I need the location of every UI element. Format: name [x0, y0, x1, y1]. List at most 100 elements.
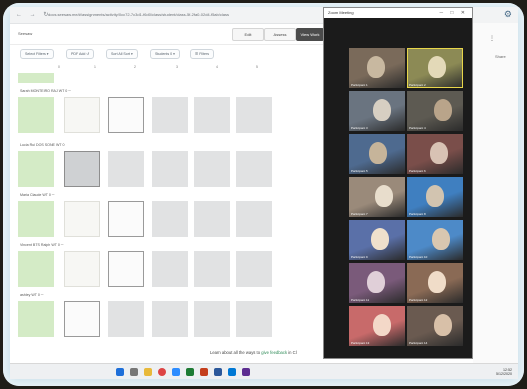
participant-name: Participant 11	[351, 298, 370, 302]
work-thumbnail[interactable]	[108, 151, 144, 187]
participant-tile[interactable]: Participant 11	[349, 263, 405, 303]
more-icon[interactable]: ⋮	[489, 35, 495, 42]
zoom-title: Zoom Meeting	[328, 10, 354, 15]
work-thumbnail[interactable]	[152, 301, 188, 337]
feedback-banner: Learn about all the ways to give feedbac…	[210, 350, 297, 355]
participant-tile[interactable]: Participant 1	[349, 48, 405, 88]
work-thumbnail[interactable]	[194, 151, 230, 187]
participant-video	[373, 314, 391, 336]
mode-assess-button[interactable]: Assess	[264, 28, 296, 41]
zoom-window: Zoom Meeting ─ □ ✕ Participant 1 Particip…	[323, 7, 473, 359]
windows-icon[interactable]	[116, 368, 124, 376]
filters-button[interactable]: ☰ Filters	[190, 49, 215, 59]
gear-icon[interactable]: ⚙	[504, 9, 512, 20]
participant-name: Participant 6	[409, 169, 426, 173]
work-thumbnail[interactable]	[236, 97, 272, 133]
work-thumbnail[interactable]	[108, 97, 144, 133]
participant-tile[interactable]: Participant 10	[407, 220, 463, 260]
search-icon[interactable]	[130, 368, 138, 376]
work-thumbnail[interactable]	[236, 301, 272, 337]
participant-tile[interactable]: Participant 7	[349, 177, 405, 217]
participant-tile[interactable]: Participant 14	[407, 306, 463, 346]
participant-video	[373, 99, 391, 121]
work-thumbnail[interactable]	[152, 201, 188, 237]
participant-video	[367, 56, 385, 78]
participant-tile[interactable]: Participant 8	[407, 177, 463, 217]
word-icon[interactable]	[214, 368, 222, 376]
student-name: Sarah MONTEIRO RAJ WT 0 ─	[20, 89, 71, 93]
participant-name: Participant 13	[351, 341, 370, 345]
edge-icon[interactable]	[228, 368, 236, 376]
address-bar[interactable]: docs.seesaw.me/#/assignments/activity/0c…	[48, 11, 278, 19]
work-thumbnail[interactable]	[108, 201, 144, 237]
work-thumbnail[interactable]	[18, 73, 54, 83]
sort-button[interactable]: Sort All Sort ▾	[106, 49, 138, 59]
work-thumbnail[interactable]	[64, 151, 100, 187]
work-thumbnail[interactable]	[194, 301, 230, 337]
participant-tile[interactable]: Participant 13	[349, 306, 405, 346]
work-thumbnail[interactable]	[18, 301, 54, 337]
desktop-screen: ← → ↻ docs.seesaw.me/#/assignments/activ…	[10, 7, 518, 379]
mode-edit-button[interactable]: Edit	[232, 28, 264, 41]
clock-date: 5/12/2020	[496, 372, 512, 376]
work-thumbnail[interactable]	[108, 301, 144, 337]
excel-icon[interactable]	[186, 368, 194, 376]
work-thumbnail[interactable]	[152, 151, 188, 187]
work-thumbnail[interactable]	[194, 201, 230, 237]
column-header: 2	[134, 65, 136, 69]
powerpoint-icon[interactable]	[200, 368, 208, 376]
work-thumbnail[interactable]	[236, 151, 272, 187]
participant-name: Participant 7	[351, 212, 368, 216]
share-button[interactable]: Share	[495, 54, 506, 59]
mode-view-work-button[interactable]: View Work	[296, 28, 324, 41]
work-thumbnail[interactable]	[18, 201, 54, 237]
select-filters-button[interactable]: Select Filters ▾	[20, 49, 54, 59]
browser-nav-icons[interactable]: ← → ↻	[16, 11, 51, 18]
participant-name: Participant 9	[351, 255, 368, 259]
work-thumbnail[interactable]	[194, 97, 230, 133]
work-thumbnail[interactable]	[64, 97, 100, 133]
pdf-add-button[interactable]: PDF Add ↺	[66, 49, 95, 59]
work-thumbnail[interactable]	[194, 251, 230, 287]
work-thumbnail[interactable]	[64, 201, 100, 237]
participant-tile[interactable]: Participant 4	[407, 91, 463, 131]
feedback-link[interactable]: give feedback	[261, 350, 287, 355]
app-title: Seesaw	[18, 31, 33, 36]
zoom-icon[interactable]	[172, 368, 180, 376]
work-thumbnail[interactable]	[236, 201, 272, 237]
participant-video	[369, 142, 387, 164]
participant-tile[interactable]: Participant 6	[407, 134, 463, 174]
photo-frame: ← → ↻ docs.seesaw.me/#/assignments/activ…	[3, 3, 524, 386]
participant-tile[interactable]: Participant 2	[407, 48, 463, 88]
column-header: 0	[58, 65, 60, 69]
column-headers: 0 1 2 3 4 5	[16, 65, 316, 73]
participant-name: Participant 3	[351, 126, 368, 130]
work-thumbnail[interactable]	[18, 151, 54, 187]
work-thumbnail[interactable]	[64, 251, 100, 287]
window-controls[interactable]: ─ □ ✕	[439, 8, 468, 18]
folder-icon[interactable]	[144, 368, 152, 376]
work-thumbnail[interactable]	[236, 251, 272, 287]
work-thumbnail[interactable]	[18, 251, 54, 287]
participant-name: Participant 8	[409, 212, 426, 216]
student-name: Maria Claude WT 0 ─	[20, 193, 55, 197]
work-thumbnail[interactable]	[108, 251, 144, 287]
participant-video	[375, 185, 393, 207]
work-thumbnail[interactable]	[152, 97, 188, 133]
work-thumbnail[interactable]	[152, 251, 188, 287]
students-button[interactable]: Students 0 ▾	[150, 49, 180, 59]
column-header: 1	[94, 65, 96, 69]
participant-tile[interactable]: Participant 9	[349, 220, 405, 260]
participant-name: Participant 4	[409, 126, 426, 130]
participant-tile[interactable]: Participant 12	[407, 263, 463, 303]
participant-video	[434, 99, 452, 121]
zoom-titlebar: Zoom Meeting ─ □ ✕	[324, 8, 472, 18]
participant-tile[interactable]: Participant 5	[349, 134, 405, 174]
table-row: Lucia Rui DOS SONE WT 0	[16, 143, 316, 195]
work-thumbnail[interactable]	[18, 97, 54, 133]
teams-icon[interactable]	[242, 368, 250, 376]
table-row: Vincent BTS Ralph WT 0 ─	[16, 243, 316, 295]
work-thumbnail[interactable]	[64, 301, 100, 337]
participant-tile[interactable]: Participant 3	[349, 91, 405, 131]
chrome-icon[interactable]	[158, 368, 166, 376]
